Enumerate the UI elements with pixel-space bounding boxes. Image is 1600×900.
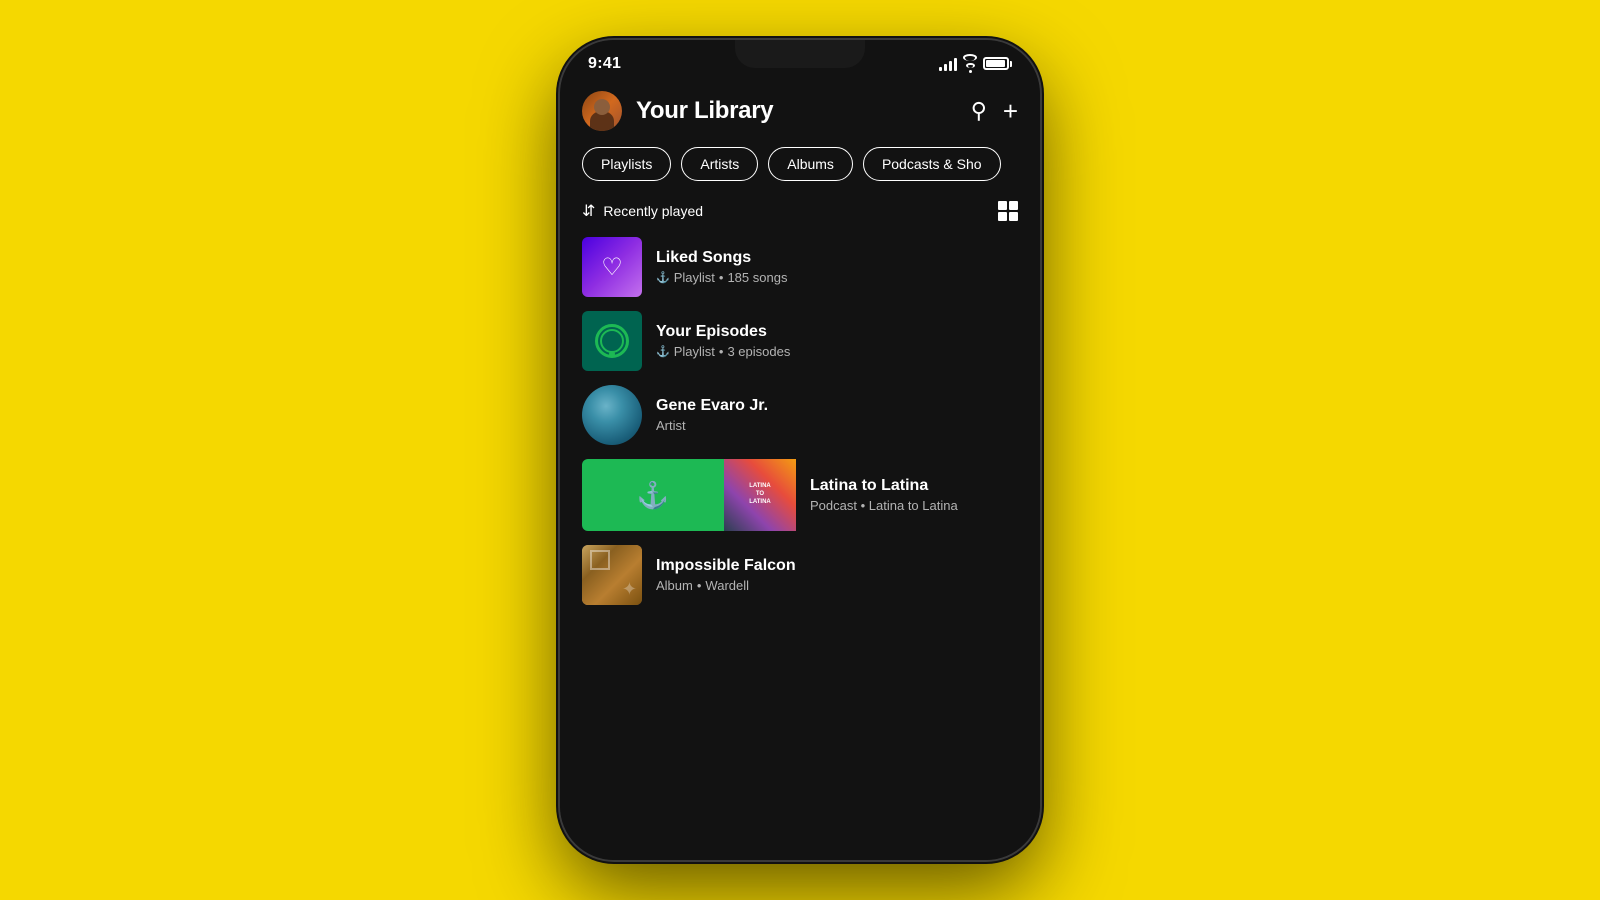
latina-type: Podcast <box>810 498 857 513</box>
pin-icon: ⚓ <box>656 271 670 284</box>
library-header: Your Library ⚲ + <box>560 79 1040 147</box>
latina-detail: Latina to Latina <box>869 498 958 513</box>
podcast-dot <box>609 351 615 357</box>
gene-evaro-type: Artist <box>656 418 686 433</box>
sort-bar: ⇵ Recently played <box>560 201 1040 237</box>
list-item[interactable]: Your Episodes ⚓ Playlist • 3 episodes <box>582 311 1018 371</box>
pin-icon: ⚓ <box>656 345 670 358</box>
chip-artists[interactable]: Artists <box>681 147 758 181</box>
add-button[interactable]: + <box>1003 98 1018 124</box>
sort-label-text: Recently played <box>603 203 703 219</box>
heart-icon: ♡ <box>601 253 623 282</box>
pinned-green-card: ⚓ <box>582 459 724 531</box>
separator: • <box>697 578 702 593</box>
latina-podcast-name: Latina to Latina <box>810 477 1018 495</box>
list-item[interactable]: ✦ Impossible Falcon Album • Wardell <box>582 545 1018 605</box>
episodes-thumb <box>582 311 642 371</box>
gene-evaro-info: Gene Evaro Jr. Artist <box>656 397 1018 433</box>
liked-songs-info: Liked Songs ⚓ Playlist • 185 songs <box>656 249 1018 285</box>
impossible-falcon-info: Impossible Falcon Album • Wardell <box>656 557 1018 593</box>
chip-playlists[interactable]: Playlists <box>582 147 671 181</box>
impossible-falcon-name: Impossible Falcon <box>656 557 1018 575</box>
gene-evaro-thumb <box>582 385 642 445</box>
gene-evaro-name: Gene Evaro Jr. <box>656 397 1018 415</box>
art-circle <box>590 550 610 570</box>
filter-chips: Playlists Artists Albums Podcasts & Sho <box>560 147 1040 201</box>
impossible-falcon-thumb: ✦ <box>582 545 642 605</box>
liked-songs-type: Playlist <box>674 270 715 285</box>
list-item[interactable]: ♡ Liked Songs ⚓ Playlist • 185 songs <box>582 237 1018 297</box>
gene-evaro-sub: Artist <box>656 418 1018 433</box>
liked-songs-thumb: ♡ <box>582 237 642 297</box>
chip-podcasts[interactable]: Podcasts & Sho <box>863 147 1001 181</box>
list-item[interactable]: ⚓ LATINATOLATINA Latina to Latina Podcas… <box>582 459 1018 531</box>
episodes-info: Your Episodes ⚓ Playlist • 3 episodes <box>656 323 1018 359</box>
phone-device: 9:41 <box>560 40 1040 860</box>
liked-songs-sub: ⚓ Playlist • 185 songs <box>656 270 1018 285</box>
episodes-name: Your Episodes <box>656 323 1018 341</box>
latina-logo-text: LATINATOLATINA <box>747 481 773 508</box>
status-time: 9:41 <box>588 55 621 73</box>
impossible-detail: Wardell <box>705 578 749 593</box>
wifi-icon <box>963 54 977 73</box>
bookmark-pin-icon: ⚓ <box>637 480 669 511</box>
episodes-sub: ⚓ Playlist • 3 episodes <box>656 344 1018 359</box>
latina-podcast-info: Latina to Latina Podcast • Latina to Lat… <box>796 477 1018 513</box>
separator: • <box>719 344 724 359</box>
status-icons <box>939 54 1012 73</box>
chip-albums[interactable]: Albums <box>768 147 853 181</box>
battery-icon <box>983 57 1012 70</box>
sort-button[interactable]: ⇵ Recently played <box>582 201 703 221</box>
latina-podcast-thumb: LATINATOLATINA <box>724 459 796 531</box>
search-button[interactable]: ⚲ <box>971 100 987 122</box>
page-title: Your Library <box>636 97 957 125</box>
episodes-type: Playlist <box>674 344 715 359</box>
content-area: Your Library ⚲ + Playlists Artists Album… <box>560 79 1040 860</box>
liked-songs-name: Liked Songs <box>656 249 1018 267</box>
episodes-detail: 3 episodes <box>727 344 790 359</box>
sort-arrows-icon: ⇵ <box>582 201 595 221</box>
impossible-art: ✦ <box>582 545 642 605</box>
grid-view-button[interactable] <box>998 201 1018 221</box>
avatar[interactable] <box>582 91 622 131</box>
phone-notch <box>735 40 865 68</box>
separator: • <box>719 270 724 285</box>
separator: • <box>861 498 869 513</box>
library-list: ♡ Liked Songs ⚓ Playlist • 185 songs <box>560 237 1040 860</box>
latina-podcast-sub: Podcast • Latina to Latina <box>810 498 1018 513</box>
impossible-falcon-sub: Album • Wardell <box>656 578 1018 593</box>
podcast-circle-icon <box>595 324 629 358</box>
phone-screen: 9:41 <box>560 40 1040 860</box>
header-actions: ⚲ + <box>971 98 1018 124</box>
latina-logo: LATINATOLATINA <box>724 459 796 531</box>
list-item[interactable]: Gene Evaro Jr. Artist <box>582 385 1018 445</box>
impossible-type: Album <box>656 578 693 593</box>
signal-icon <box>939 57 957 71</box>
liked-songs-detail: 185 songs <box>727 270 787 285</box>
